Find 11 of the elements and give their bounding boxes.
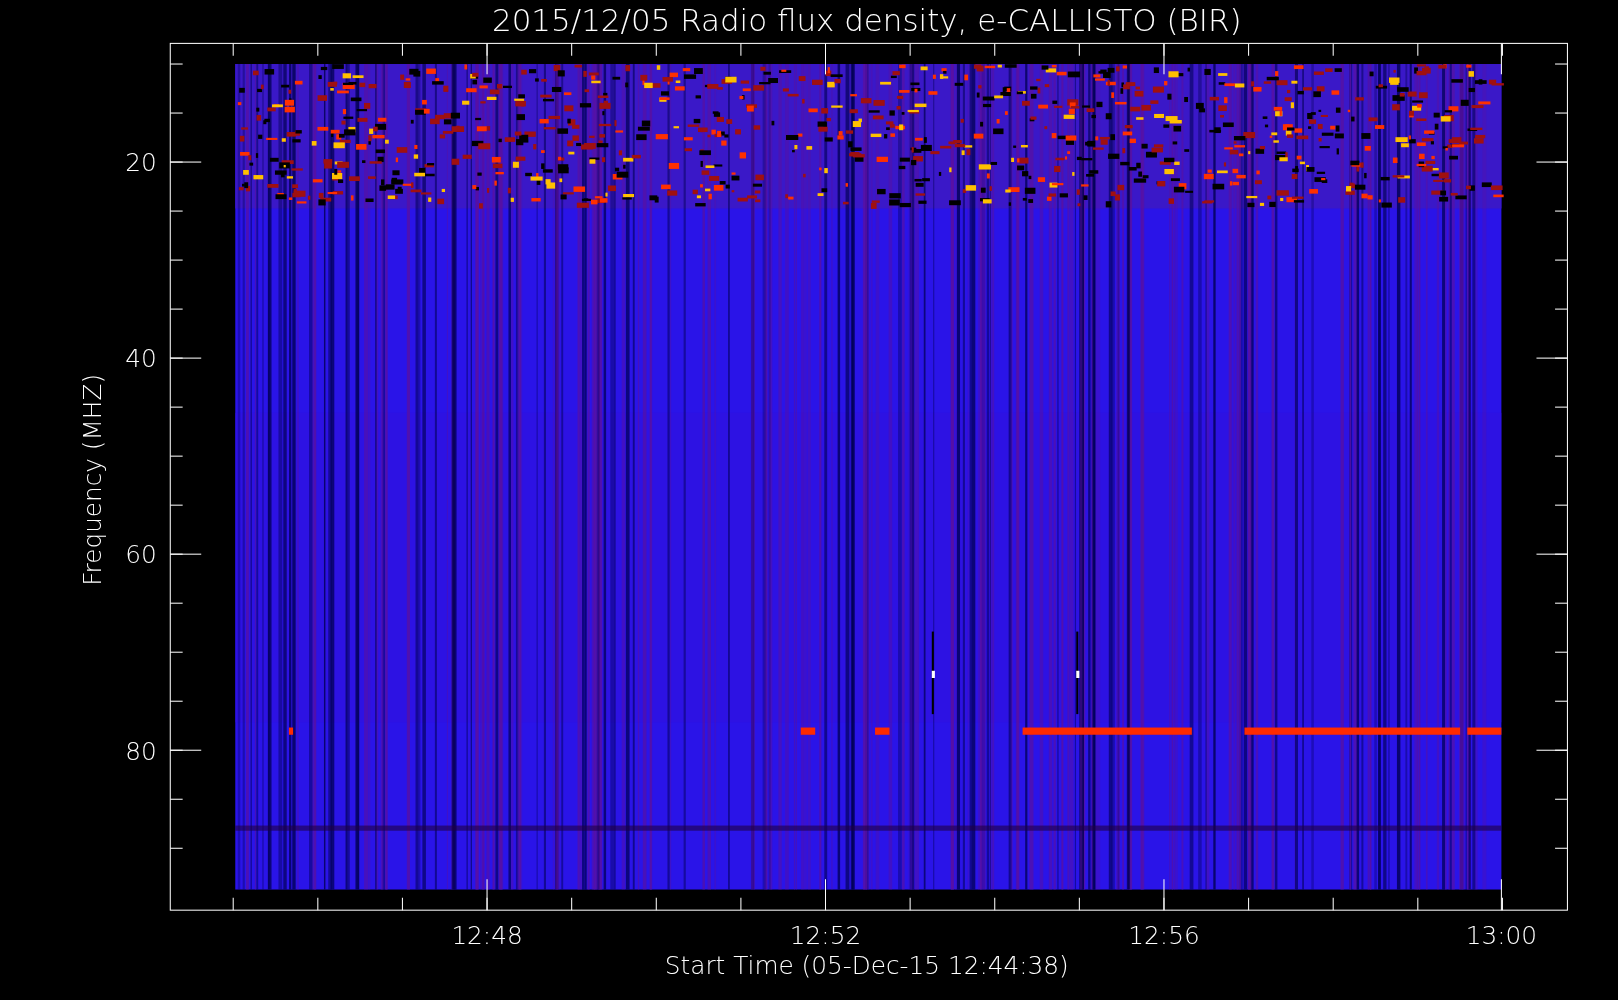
x-axis-label: Start Time (05-Dec-15 12:44:38) [664,951,1069,981]
y-axis-label: Frequency (MHZ) [78,373,108,586]
x-tick-label: 12:48 [451,921,523,951]
y-tick-label: 60 [125,540,157,570]
y-tick-label: 40 [125,344,157,374]
x-tick-label: 12:56 [1128,921,1200,951]
x-tick-label: 12:52 [789,921,862,951]
y-tick-label: 20 [125,148,157,178]
chart-title: 2015/12/05 Radio flux density, e-CALLISTO (BIR) [492,2,1242,38]
y-tick-label: 80 [125,736,157,766]
x-tick-label: 13:00 [1465,921,1538,951]
